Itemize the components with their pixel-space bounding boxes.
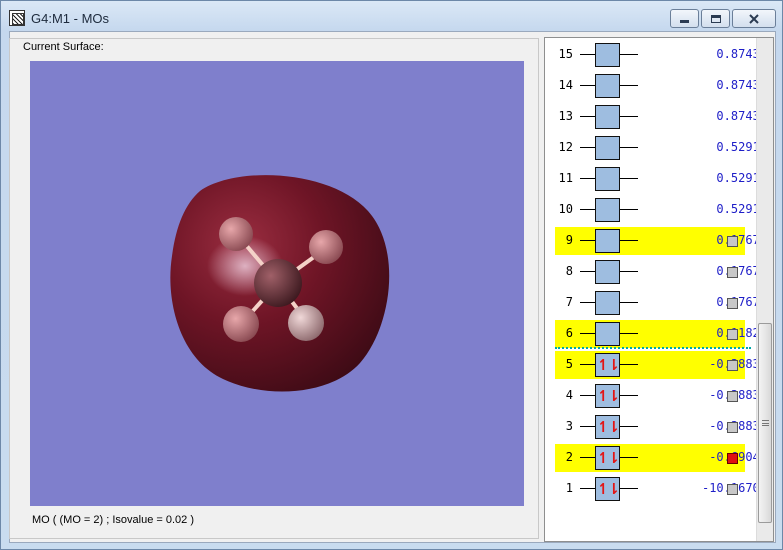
close-icon (749, 13, 759, 24)
occupied-orbital-box[interactable]: ↿⇂ (595, 384, 620, 408)
mo-select-checkbox-9[interactable] (727, 236, 738, 247)
app-icon (9, 10, 25, 26)
hydrogen-atom-2 (309, 230, 343, 264)
mo-index: 10 (558, 202, 573, 216)
molecule-render (170, 175, 390, 392)
mo-index: 13 (558, 109, 573, 123)
mo-level-11[interactable]: 11 0.52915 (555, 165, 767, 193)
maximize-icon (710, 14, 721, 23)
mo-level-3[interactable]: 3 ↿⇂ -0.38831 (555, 413, 767, 441)
mo-index: 12 (558, 140, 573, 154)
electron-pair-icon: ↿⇂ (596, 479, 620, 498)
mo-index: 8 (565, 264, 573, 278)
mo-index: 11 (558, 171, 573, 185)
molecule-viewport[interactable] (30, 61, 524, 506)
virtual-orbital-box[interactable] (595, 260, 620, 284)
mo-diagram-panel: 15 0.87437 14 0.87437 13 0.87437 12 0.52915 11 0.… (544, 37, 774, 542)
carbon-atom (254, 259, 302, 307)
mo-level-4[interactable]: 4 ↿⇂ -0.38831 (555, 382, 767, 410)
occupied-orbital-box[interactable]: ↿⇂ (595, 353, 620, 377)
hydrogen-atom-4 (288, 305, 324, 341)
mo-level-9[interactable]: 9 0.17677 (555, 227, 767, 255)
mo-select-checkbox-3[interactable] (727, 422, 738, 433)
mo-level-10[interactable]: 10 0.52915 (555, 196, 767, 224)
minimize-icon (680, 19, 689, 23)
mo-select-checkbox-1[interactable] (727, 484, 738, 495)
mo-level-8[interactable]: 8 0.17677 (555, 258, 767, 286)
mo-select-checkbox-8[interactable] (727, 267, 738, 278)
electron-pair-icon: ↿⇂ (596, 417, 620, 436)
virtual-orbital-box[interactable] (595, 43, 620, 67)
hydrogen-atom-3 (223, 306, 259, 342)
window-title: G4:M1 - MOs (31, 11, 110, 26)
occupied-orbital-box[interactable]: ↿⇂ (595, 446, 620, 470)
mo-index: 1 (565, 481, 573, 495)
mo-level-14[interactable]: 14 0.87437 (555, 72, 767, 100)
mo-index: 2 (565, 450, 573, 464)
maximize-button[interactable] (701, 9, 730, 28)
occupied-orbital-box[interactable]: ↿⇂ (595, 415, 620, 439)
virtual-orbital-box[interactable] (595, 291, 620, 315)
mo-select-checkbox-2[interactable] (727, 453, 738, 464)
mo-index: 9 (565, 233, 573, 247)
mo-level-12[interactable]: 12 0.52915 (555, 134, 767, 162)
electron-pair-icon: ↿⇂ (596, 355, 620, 374)
mo-index: 14 (558, 78, 573, 92)
minimize-button[interactable] (670, 9, 699, 28)
mo-select-checkbox-7[interactable] (727, 298, 738, 309)
mo-index: 15 (558, 47, 573, 61)
electron-pair-icon: ↿⇂ (596, 448, 620, 467)
mo-status-text: MO ( (MO = 2) ; Isovalue = 0.02 ) (32, 514, 194, 526)
virtual-orbital-box[interactable] (595, 198, 620, 222)
scrollbar-thumb[interactable] (758, 323, 772, 523)
mo-select-checkbox-6[interactable] (727, 329, 738, 340)
mo-index: 7 (565, 295, 573, 309)
mo-select-checkbox-5[interactable] (727, 360, 738, 371)
close-button[interactable] (732, 9, 776, 28)
grip-icon (762, 420, 769, 426)
virtual-orbital-box[interactable] (595, 136, 620, 160)
mo-level-1[interactable]: 1↿⇂-10.16707 (555, 475, 767, 503)
mo-index: 4 (565, 388, 573, 402)
mo-window: G4:M1 - MOs Current Surface: MO ((MO = … (0, 0, 783, 550)
mo-index: 3 (565, 419, 573, 433)
mo-index: 5 (565, 357, 573, 371)
occupied-orbital-box[interactable]: ↿⇂ (595, 477, 620, 501)
virtual-orbital-box[interactable] (595, 167, 620, 191)
hydrogen-atom-1 (219, 217, 253, 251)
mo-level-6[interactable]: 6 0.11824 (555, 320, 767, 348)
vertical-scrollbar[interactable] (756, 38, 773, 541)
mo-level-13[interactable]: 13 0.87437 (555, 103, 767, 131)
mo-select-checkbox-4[interactable] (727, 391, 738, 402)
virtual-orbital-box[interactable] (595, 229, 620, 253)
mo-level-7[interactable]: 7 0.17677 (555, 289, 767, 317)
virtual-orbital-box[interactable] (595, 74, 620, 98)
caption-buttons (670, 9, 776, 28)
homo-lumo-divider (555, 347, 751, 349)
current-surface-label: Current Surface: (23, 41, 104, 53)
mo-index: 6 (565, 326, 573, 340)
mo-level-2[interactable]: 2 ↿⇂ -0.69041 (555, 444, 767, 472)
mo-level-15[interactable]: 15 0.87437 (555, 41, 767, 69)
virtual-orbital-box[interactable] (595, 322, 620, 346)
mo-level-5[interactable]: 5 ↿⇂ -0.38831 (555, 351, 767, 379)
electron-pair-icon: ↿⇂ (596, 386, 620, 405)
virtual-orbital-box[interactable] (595, 105, 620, 129)
